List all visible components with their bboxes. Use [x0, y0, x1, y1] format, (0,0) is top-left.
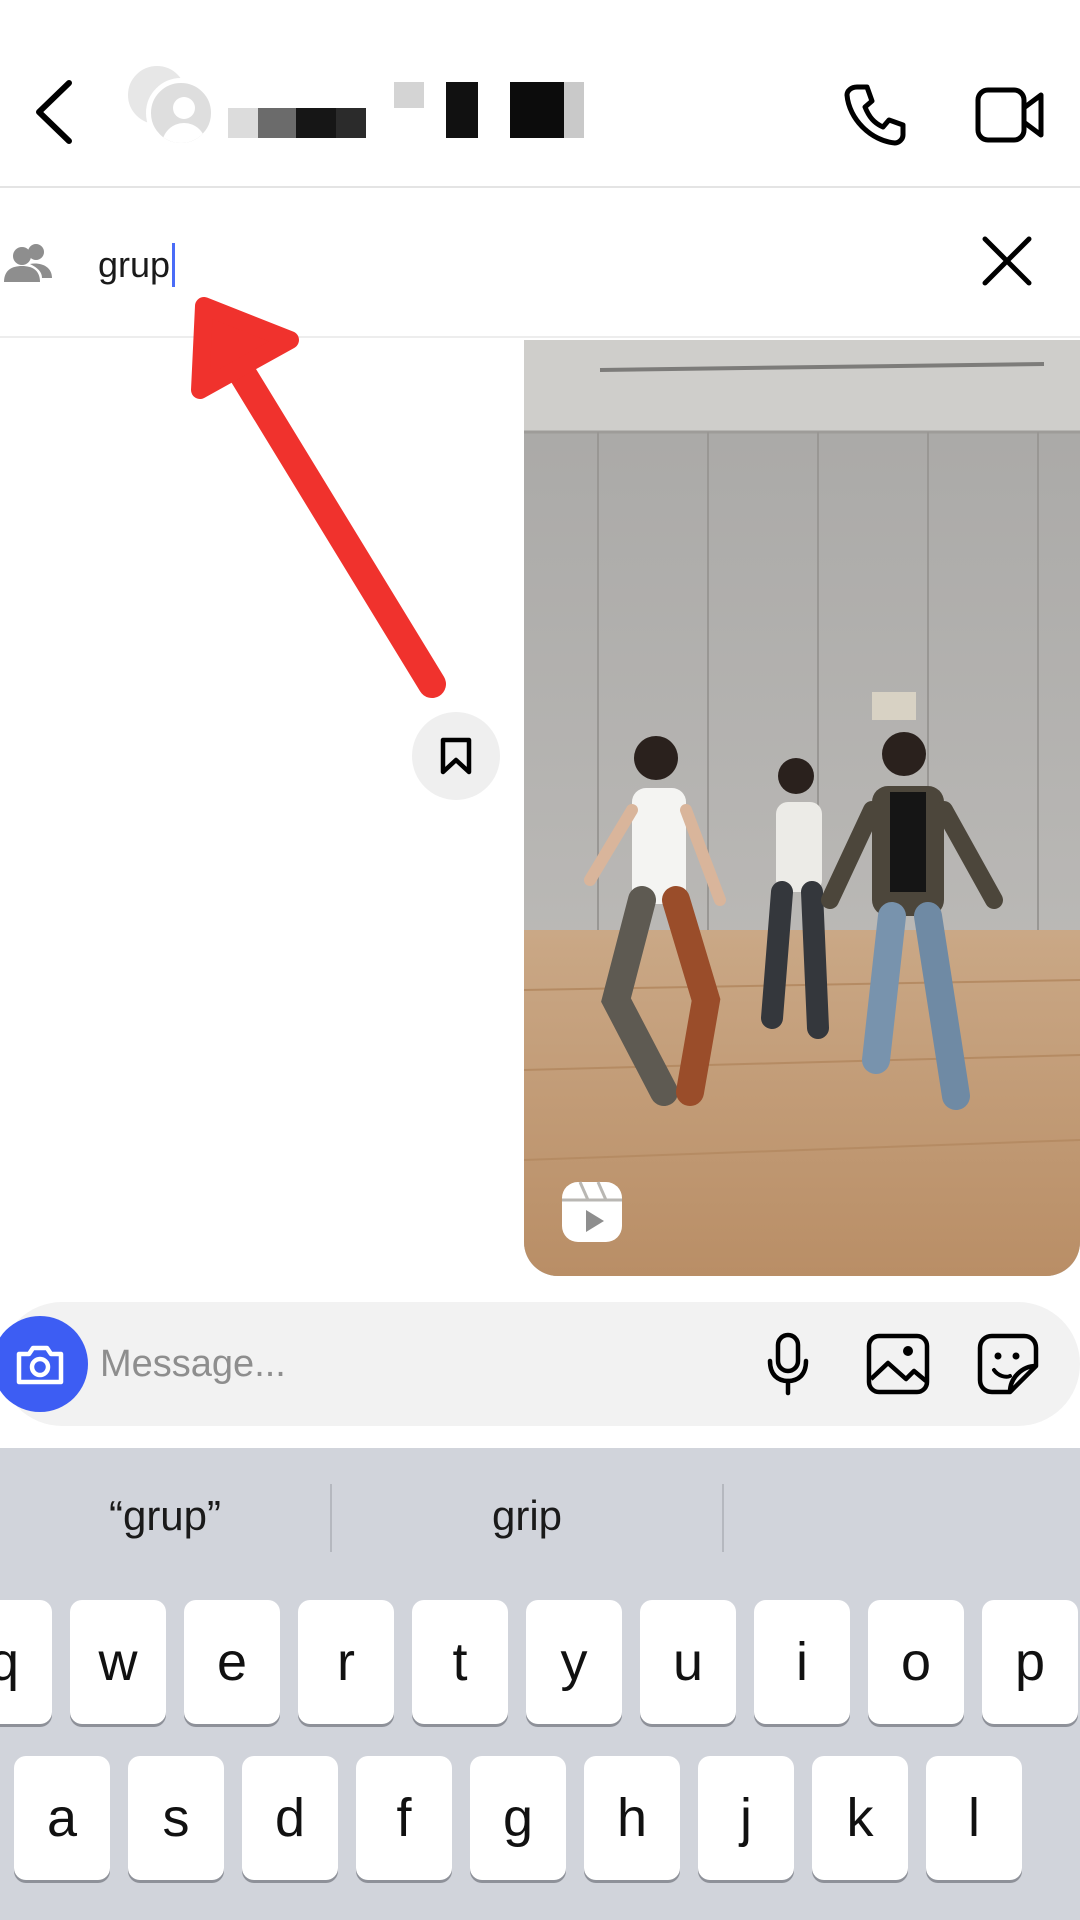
key-f[interactable]: f: [356, 1756, 452, 1880]
camera-button[interactable]: [0, 1316, 88, 1412]
group-name-bar: grup: [0, 190, 1080, 338]
sticker-button[interactable]: [972, 1328, 1044, 1400]
camera-icon: [16, 1345, 64, 1385]
key-s[interactable]: s: [128, 1756, 224, 1880]
phone-icon: [844, 84, 906, 146]
voice-message-button[interactable]: [752, 1328, 824, 1400]
key-o[interactable]: o: [868, 1600, 964, 1724]
keyboard: “grup” grip q w e r t y u i o p a s d f …: [0, 1448, 1080, 1920]
key-u[interactable]: u: [640, 1600, 736, 1724]
gallery-button[interactable]: [862, 1328, 934, 1400]
key-a[interactable]: a: [14, 1756, 110, 1880]
key-e[interactable]: e: [184, 1600, 280, 1724]
microphone-icon: [767, 1332, 809, 1396]
suggestion-bar: “grup” grip: [0, 1448, 1080, 1586]
reels-icon: [560, 1180, 624, 1244]
key-j[interactable]: j: [698, 1756, 794, 1880]
group-avatar[interactable]: [120, 62, 220, 154]
key-y[interactable]: y: [526, 1600, 622, 1724]
close-button[interactable]: [970, 224, 1044, 298]
key-t[interactable]: t: [412, 1600, 508, 1724]
key-d[interactable]: d: [242, 1756, 338, 1880]
group-name-input[interactable]: grup: [98, 230, 918, 300]
suggestion-1[interactable]: “grup”: [0, 1476, 330, 1556]
bookmark-icon: [440, 737, 472, 775]
image-icon: [866, 1333, 930, 1395]
suggestion-3[interactable]: [724, 1476, 1080, 1556]
text-caret: [172, 243, 176, 287]
message-composer: [0, 1302, 1080, 1426]
shared-reel[interactable]: [524, 340, 1080, 1276]
key-w[interactable]: w: [70, 1600, 166, 1724]
key-g[interactable]: g: [470, 1756, 566, 1880]
group-name-value: grup: [98, 244, 171, 285]
blurred-chat-name[interactable]: [228, 82, 608, 138]
keyboard-row-3-edge: [0, 1906, 1080, 1920]
key-p[interactable]: p: [982, 1600, 1078, 1724]
close-icon: [982, 236, 1032, 286]
key-l[interactable]: l: [926, 1756, 1022, 1880]
video-call-button[interactable]: [962, 72, 1058, 158]
reel-thumbnail: [524, 340, 1080, 1276]
save-reel-button[interactable]: [412, 712, 500, 800]
group-icon: [4, 244, 52, 282]
video-camera-icon: [975, 87, 1044, 143]
suggestion-2[interactable]: grip: [332, 1476, 722, 1556]
message-input[interactable]: [100, 1332, 700, 1396]
key-h[interactable]: h: [584, 1756, 680, 1880]
chat-header: [0, 0, 1080, 188]
key-q[interactable]: q: [0, 1600, 52, 1724]
back-button[interactable]: [18, 72, 88, 152]
key-i[interactable]: i: [754, 1600, 850, 1724]
avatar: [146, 78, 216, 148]
key-r[interactable]: r: [298, 1600, 394, 1724]
key-k[interactable]: k: [812, 1756, 908, 1880]
voice-call-button[interactable]: [832, 72, 918, 158]
chevron-left-icon: [36, 80, 72, 144]
sticker-icon: [977, 1333, 1039, 1395]
